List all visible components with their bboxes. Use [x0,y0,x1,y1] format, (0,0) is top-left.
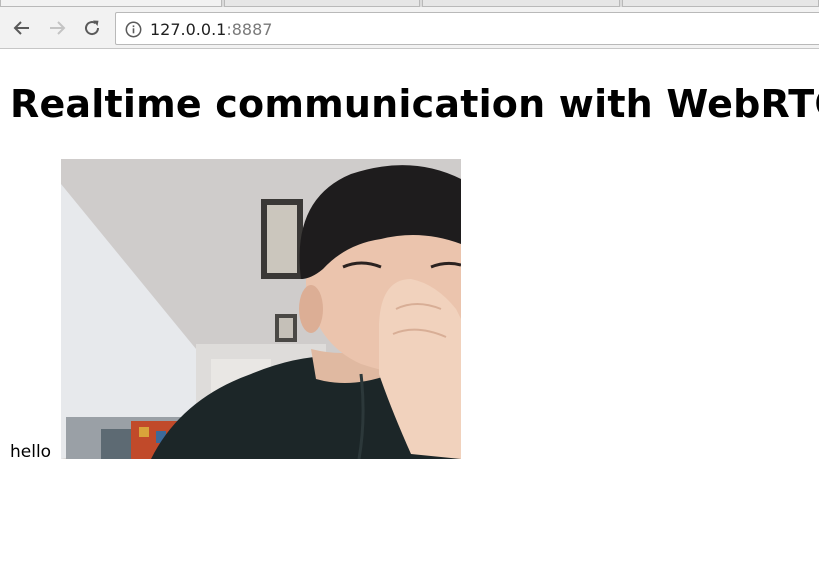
browser-tab[interactable] [224,0,420,7]
browser-toolbar: 127.0.0.1:8887 [0,7,819,49]
reload-button[interactable] [79,15,105,41]
back-button[interactable] [9,15,35,41]
url-port: :8887 [226,20,273,39]
forward-button[interactable] [44,15,70,41]
tab-strip [0,0,819,7]
browser-tab[interactable] [0,0,222,7]
address-bar[interactable]: 127.0.0.1:8887 [115,12,819,45]
page-title: Realtime communication with WebRTC [10,82,819,126]
local-video-label: hello [10,442,52,462]
page-content: Realtime communication with WebRTC hello [0,50,819,571]
back-arrow-icon [13,21,29,35]
local-video[interactable] [61,159,461,459]
browser-tab[interactable] [622,0,819,7]
webcam-frame [61,159,461,459]
forward-arrow-icon [50,21,66,35]
info-icon[interactable] [125,21,142,38]
browser-tab[interactable] [422,0,620,7]
url-host: 127.0.0.1 [150,20,227,39]
reload-icon [85,20,100,36]
address-url[interactable]: 127.0.0.1:8887 [150,20,272,39]
